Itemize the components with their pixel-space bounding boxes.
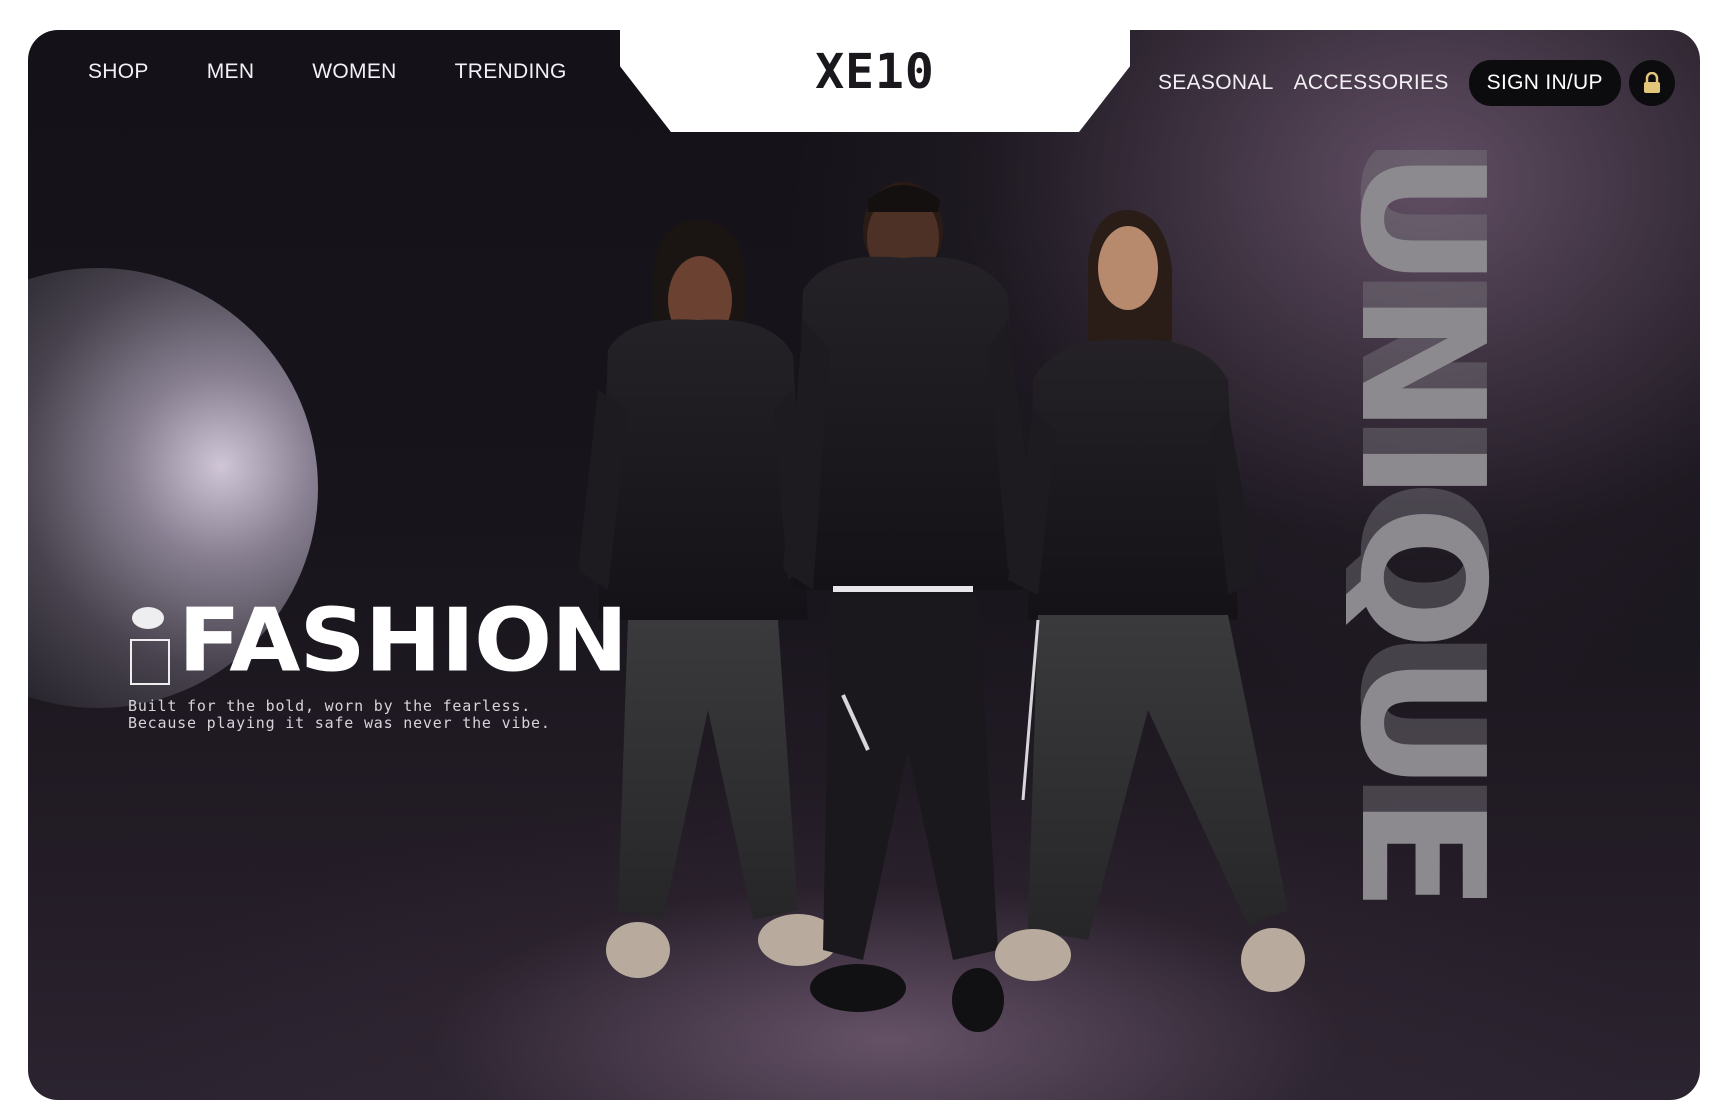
hero-frame: UNIQUE XE10 SHOP MEN WOMEN TRENDING SEAS… (28, 30, 1700, 1100)
primary-nav: SHOP MEN WOMEN TRENDING (88, 60, 625, 84)
unique-vertical-word: UNIQUE (1346, 150, 1566, 1100)
secondary-nav: SEASONAL ACCESSORIES SIGN IN/UP (1158, 60, 1675, 106)
headline-text: FASHION (178, 589, 628, 692)
tagline-line-1: Built for the bold, worn by the fearless… (128, 697, 532, 715)
nav-men[interactable]: MEN (207, 60, 255, 84)
lock-icon (1643, 72, 1660, 93)
model-right (995, 210, 1305, 992)
nav-trending[interactable]: TRENDING (455, 60, 567, 84)
sign-in-button[interactable]: SIGN IN/UP (1468, 60, 1621, 106)
nav-women[interactable]: WOMEN (312, 60, 396, 84)
tagline-line-2: Because playing it safe was never the vi… (128, 714, 551, 732)
nav-seasonal[interactable]: SEASONAL (1158, 71, 1274, 95)
model-center (783, 182, 1038, 1032)
hero-headline: FASHION (128, 589, 628, 692)
brand-logo[interactable]: XE10 (620, 44, 1130, 100)
hero-tagline: Built for the bold, worn by the fearless… (128, 698, 648, 732)
i-glyph-icon (128, 607, 170, 687)
unique-text: UNIQUE (1346, 150, 1520, 917)
nav-accessories[interactable]: ACCESSORIES (1294, 71, 1449, 95)
models-photo (578, 182, 1305, 1032)
nav-shop[interactable]: SHOP (88, 60, 149, 84)
lock-button[interactable] (1628, 60, 1675, 106)
